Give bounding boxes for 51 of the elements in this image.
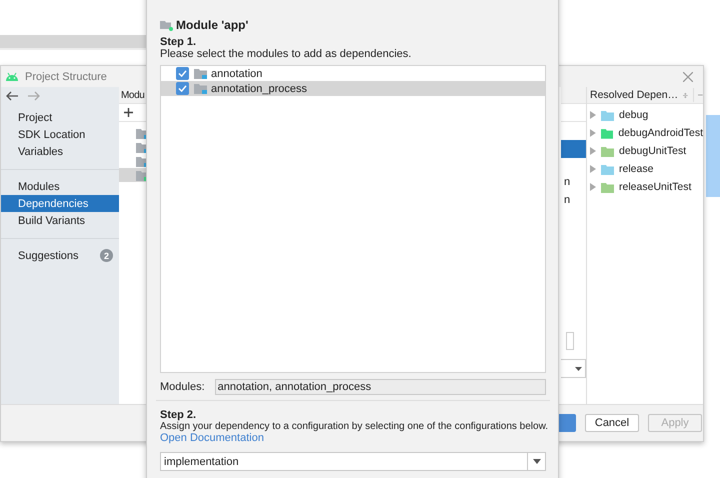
dialog-button[interactable]: Cancel xyxy=(585,414,639,432)
step-description: Assign your dependency to a configuration by selecting one of the configurations below. xyxy=(160,421,546,432)
module-row[interactable]: annotation_process xyxy=(161,81,545,96)
step-heading: Step 1. xyxy=(160,36,198,48)
detail-text: n xyxy=(564,194,572,208)
field-label: Modules: xyxy=(160,381,205,393)
expand-arrow-icon[interactable] xyxy=(590,129,596,137)
caret-icon xyxy=(532,459,540,464)
sidebar-item[interactable]: Project xyxy=(1,109,119,126)
count-badge: 2 xyxy=(100,249,113,262)
sidebar-item[interactable]: Dependencies xyxy=(1,195,119,212)
configuration-dropdown[interactable]: implementation xyxy=(160,452,546,471)
close-icon[interactable] xyxy=(683,72,693,82)
open-documentation-link[interactable]: Open Documentation xyxy=(160,432,546,444)
module-name: annotation xyxy=(211,68,262,80)
input-field[interactable] xyxy=(566,332,574,350)
detail-text: n xyxy=(564,176,572,190)
module-name: annotation_process xyxy=(211,82,308,94)
module-folder-icon xyxy=(194,83,207,94)
sidebar-item[interactable]: Modules xyxy=(1,178,119,195)
caret-icon xyxy=(575,366,582,370)
forward-arrow-icon[interactable] xyxy=(28,91,40,101)
module-title: Module 'app' xyxy=(176,18,248,32)
step-heading: Step 2. xyxy=(160,409,198,421)
sidebar-item[interactable]: Variables xyxy=(1,143,119,160)
modules-field: annotation, annotation_process xyxy=(214,379,546,395)
window-title: Project Structure xyxy=(25,70,107,82)
minimize-icon[interactable] xyxy=(698,94,703,96)
tree-item[interactable]: releaseUnitTest xyxy=(619,181,692,193)
checkbox[interactable] xyxy=(176,82,189,95)
expand-arrow-icon[interactable] xyxy=(590,165,596,173)
step-description: Please select the modules to add as dependencies. xyxy=(160,48,412,60)
module-row[interactable]: annotation xyxy=(161,66,545,81)
expand-arrow-icon[interactable] xyxy=(590,183,596,191)
module-folder-icon xyxy=(194,68,207,79)
tree-item[interactable]: debug xyxy=(619,109,648,121)
module-folder-icon xyxy=(160,20,173,30)
back-arrow-icon[interactable] xyxy=(6,91,18,101)
add-icon[interactable] xyxy=(124,108,133,117)
checkbox[interactable] xyxy=(176,67,189,80)
tree-item[interactable]: release xyxy=(619,163,654,175)
sidebar-item[interactable]: Suggestions 2 xyxy=(1,247,119,264)
sidebar-item[interactable]: Build Variants xyxy=(1,212,119,229)
android-icon xyxy=(5,72,19,81)
tree-item[interactable]: debugUnitTest xyxy=(619,145,686,157)
tree-item[interactable]: debugAndroidTest xyxy=(618,127,703,139)
expand-arrow-icon[interactable] xyxy=(590,111,596,119)
panel-header: Modu xyxy=(121,90,144,100)
sidebar-item[interactable]: SDK Location xyxy=(1,126,119,143)
panel-title: Resolved Depen… xyxy=(590,89,678,101)
expand-arrow-icon[interactable] xyxy=(590,147,596,155)
